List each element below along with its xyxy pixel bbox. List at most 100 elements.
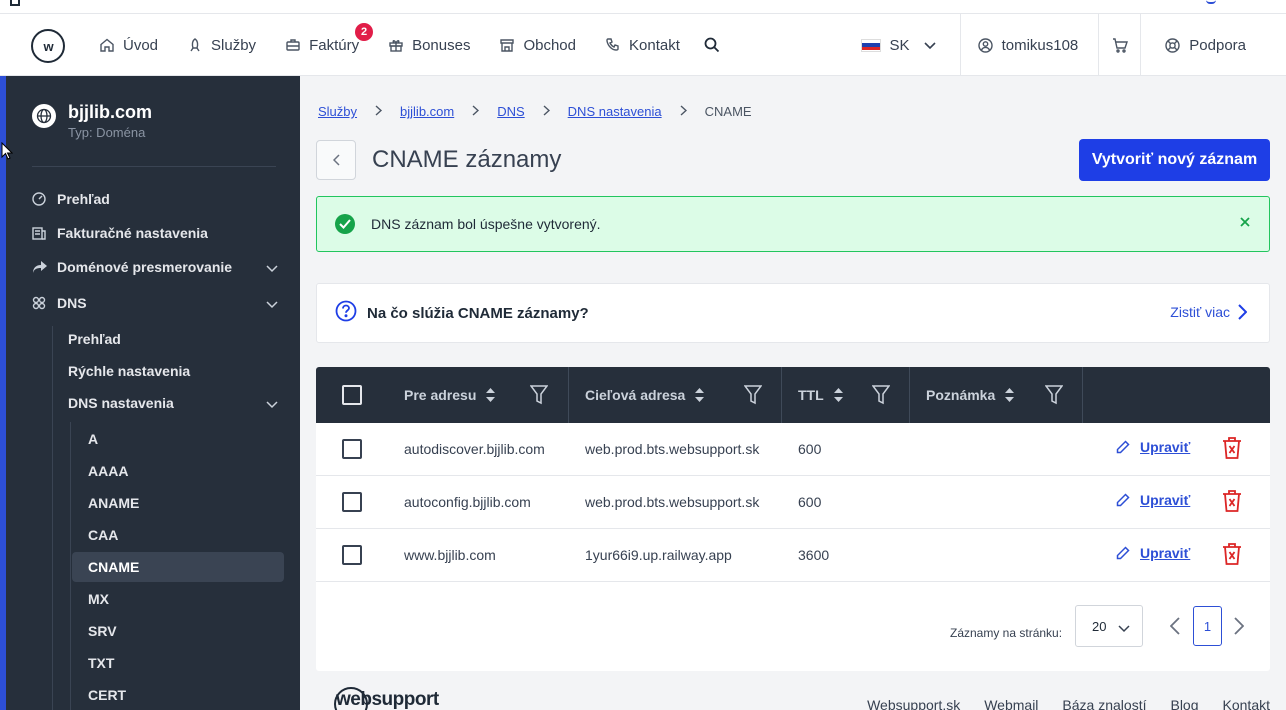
breadcrumb-link[interactable]: DNS nastavenia (568, 104, 662, 119)
row-select-cell (342, 423, 362, 475)
record-type-cert[interactable]: CERT (72, 680, 284, 710)
close-icon[interactable] (1239, 215, 1251, 231)
footer-logo[interactable]: websupport (334, 687, 439, 710)
flag-sk-icon (860, 38, 881, 52)
record-label: SRV (88, 623, 117, 639)
next-page-button[interactable] (1234, 617, 1245, 640)
nav-faktury[interactable]: Faktúry 2 (286, 22, 374, 54)
per-page-select[interactable]: 20 (1075, 605, 1143, 647)
create-record-button[interactable]: Vytvoriť nový záznam (1079, 139, 1270, 181)
record-type-srv[interactable]: SRV (72, 616, 284, 646)
mouse-cursor-icon (1, 141, 14, 165)
column-divider (1082, 367, 1083, 423)
sidebar-divider (32, 166, 276, 167)
language-select[interactable]: SK (860, 14, 961, 76)
websupport-logo[interactable]: w (31, 29, 65, 63)
support-link[interactable]: Podpora (1141, 14, 1286, 76)
breadcrumb-link[interactable]: DNS (497, 104, 524, 119)
redirect-icon (32, 260, 48, 274)
sidebar-item-label: Prehľad (57, 191, 110, 207)
column-header-host[interactable]: Pre adresu (404, 367, 496, 423)
user-menu[interactable]: tomikus108 (961, 14, 1100, 76)
filter-icon[interactable] (743, 385, 763, 408)
sidebar-item-prehlad[interactable]: Prehľad (32, 184, 278, 214)
breadcrumb-link[interactable]: bjjlib.com (400, 104, 454, 119)
row-checkbox[interactable] (342, 545, 362, 565)
invoice-icon (32, 226, 48, 240)
footer-link[interactable]: Blog (1170, 697, 1198, 710)
sort-icon[interactable] (486, 388, 496, 402)
target-cell: web.prod.bts.websupport.sk (585, 494, 760, 510)
sidebar-sub-rychle[interactable]: Rýchle nastavenia (68, 356, 278, 386)
trash-icon[interactable] (1222, 437, 1242, 462)
rocket-icon (188, 38, 202, 52)
record-type-aaaa[interactable]: AAAA (72, 456, 284, 486)
back-button[interactable] (316, 140, 356, 180)
sidebar-sub-prehlad[interactable]: Prehľad (68, 324, 278, 354)
filter-icon[interactable] (1044, 385, 1064, 408)
nav-obchod[interactable]: Obchod (500, 37, 576, 54)
record-type-caa[interactable]: CAA (72, 520, 284, 550)
invoice-count-badge: 2 (355, 22, 374, 41)
breadcrumb-link[interactable]: Služby (318, 104, 357, 119)
sort-icon[interactable] (833, 388, 843, 402)
footer-link[interactable]: Webmail (984, 697, 1038, 710)
chevron-down-icon (266, 260, 278, 276)
column-header-target[interactable]: Cieľová adresa (585, 367, 705, 423)
question-icon (335, 300, 357, 327)
edit-link[interactable]: Upraviť (1116, 545, 1190, 561)
column-header-ttl[interactable]: TTL (798, 367, 843, 423)
footer-link[interactable]: Báza znalostí (1062, 697, 1146, 710)
top-header: w Úvod Služby Faktúry 2 Bonuses Obchod K… (0, 14, 1286, 76)
column-header-note[interactable]: Poznámka (926, 367, 1015, 423)
sidebar-item-dns[interactable]: DNS (32, 288, 278, 318)
search-icon[interactable] (704, 37, 720, 53)
sort-icon[interactable] (1005, 388, 1015, 402)
sort-icon[interactable] (695, 388, 705, 402)
previous-page-button[interactable] (1169, 617, 1180, 640)
edit-link[interactable]: Upraviť (1116, 439, 1190, 455)
edit-link[interactable]: Upraviť (1116, 492, 1190, 508)
row-checkbox[interactable] (342, 439, 362, 459)
record-type-aname[interactable]: ANAME (72, 488, 284, 518)
footer-link[interactable]: Kontakt (1223, 697, 1270, 710)
info-title: Na čo slúžia CNAME záznamy? (367, 304, 589, 322)
success-alert: DNS záznam bol úspešne vytvorený. (316, 196, 1270, 252)
nav-sluzby[interactable]: Služby (188, 37, 256, 54)
username: tomikus108 (1001, 36, 1079, 54)
site-name: bjjlib.com (68, 102, 153, 122)
check-circle-icon (335, 214, 355, 234)
learn-more-link[interactable]: Zistiť viac (1170, 304, 1247, 320)
trash-icon[interactable] (1222, 543, 1242, 568)
target-cell: web.prod.bts.websupport.sk (585, 441, 760, 457)
column-divider (781, 367, 782, 423)
record-type-mx[interactable]: MX (72, 584, 284, 614)
filter-icon[interactable] (871, 385, 891, 408)
nav-uvod[interactable]: Úvod (100, 37, 158, 54)
row-checkbox[interactable] (342, 492, 362, 512)
nav-bonuses[interactable]: Bonuses (389, 37, 470, 54)
sidebar-item-fakturacne[interactable]: Fakturačné nastavenia (32, 218, 278, 248)
breadcrumb-current: CNAME (704, 104, 752, 119)
table-row: autoconfig.bjjlib.com web.prod.bts.websu… (316, 476, 1270, 529)
cart-icon (1112, 37, 1128, 53)
page-number-button[interactable]: 1 (1193, 606, 1222, 646)
site-type: Typ: Doména (68, 125, 146, 140)
record-type-cname[interactable]: CNAME (72, 552, 284, 582)
filter-icon[interactable] (529, 385, 549, 408)
table-header: Pre adresu Cieľová adresa TTL Poznámka (316, 367, 1270, 423)
submenu-line (52, 326, 53, 710)
per-page-label: Záznamy na stránku: (950, 626, 1063, 640)
sidebar-sub-dns-nastavenia[interactable]: DNS nastavenia (68, 388, 278, 418)
column-label: Pre adresu (404, 387, 477, 403)
cart-button[interactable] (1099, 14, 1142, 76)
nav-kontakt[interactable]: Kontakt (606, 37, 680, 54)
sidebar-item-presmerovanie[interactable]: Doménové presmerovanie (32, 252, 278, 282)
row-select-cell (342, 476, 362, 528)
record-type-txt[interactable]: TXT (72, 648, 284, 678)
trash-icon[interactable] (1222, 490, 1242, 515)
record-type-a[interactable]: A (72, 424, 284, 454)
select-all-checkbox[interactable] (342, 385, 362, 405)
footer-link[interactable]: Websupport.sk (867, 697, 960, 710)
per-page-value: 20 (1092, 618, 1107, 634)
